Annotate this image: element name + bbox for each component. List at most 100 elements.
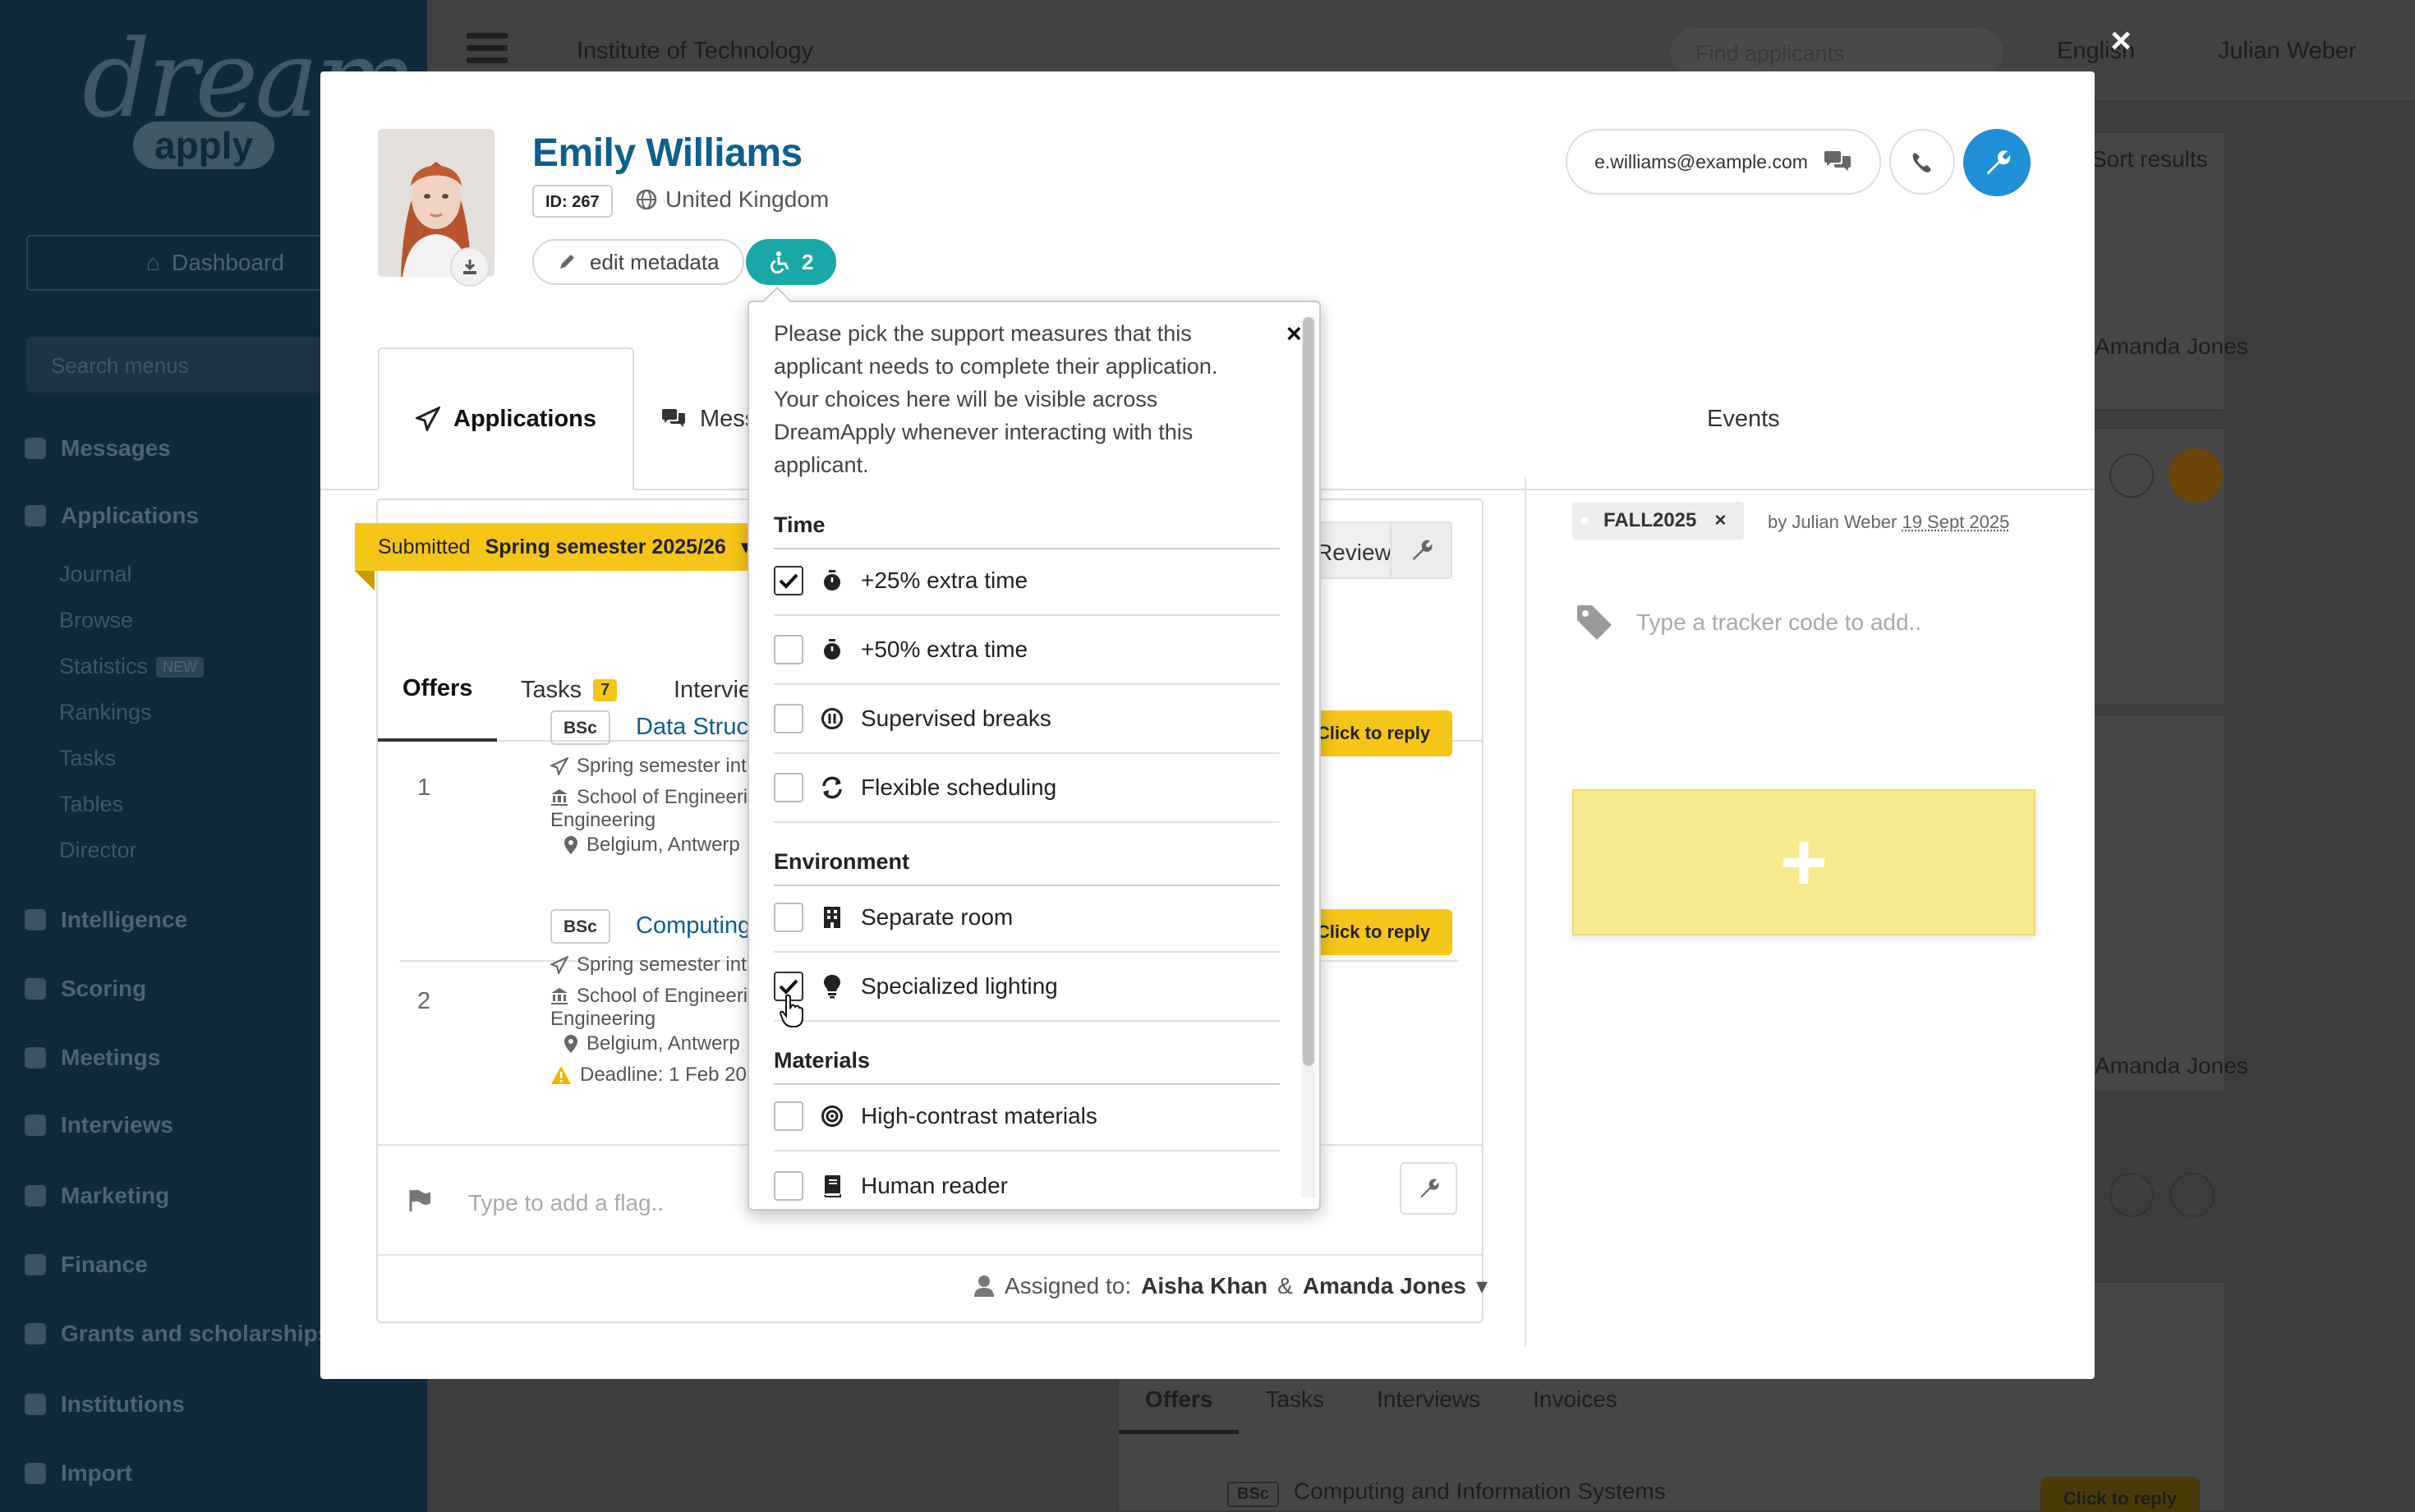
- flag-input[interactable]: Type to add a flag..: [468, 1190, 664, 1216]
- nav-meetings: Meetings: [25, 1045, 160, 1071]
- stopwatch-icon: [820, 637, 844, 662]
- modal-close-button[interactable]: ×: [2104, 25, 2137, 57]
- messages-icon: [25, 438, 46, 459]
- heart-icon: [25, 1323, 46, 1344]
- tracker-tag: FALL2025 ×: [1572, 502, 1744, 540]
- assigned-to-selector[interactable]: Assigned to: Aisha Khan & Amanda Jones ▾: [973, 1272, 1488, 1299]
- nav-finance: Finance: [25, 1252, 148, 1278]
- phone-icon: [2109, 1173, 2154, 1217]
- checkbox[interactable]: [774, 1101, 803, 1131]
- wrench-icon: [1417, 1177, 1440, 1200]
- option-separate-room[interactable]: Separate room: [774, 884, 1280, 953]
- phone-icon: [2109, 453, 2154, 498]
- paper-plane-icon: [550, 956, 568, 974]
- option-flexible-scheduling[interactable]: Flexible scheduling: [774, 754, 1280, 823]
- applicant-id-badge: ID: 267: [532, 185, 613, 218]
- assigned-divider: [378, 1254, 1482, 1256]
- subnav-rankings: Rankings: [59, 700, 152, 725]
- download-photo-button[interactable]: [450, 247, 490, 287]
- wrench-icon: [1409, 538, 1433, 563]
- option-extra-time-50[interactable]: +50% extra time: [774, 616, 1280, 685]
- nav-applications: Applications: [25, 503, 199, 529]
- popover-intro: Please pick the support measures that th…: [774, 317, 1267, 481]
- comments-icon: [1823, 149, 1852, 174]
- option-specialized-lighting[interactable]: Specialized lighting: [774, 953, 1280, 1022]
- phone-button[interactable]: [1889, 129, 1955, 195]
- tasks-count-badge: 7: [593, 679, 617, 701]
- flag-icon: [407, 1188, 432, 1217]
- dreamapply-logo: dream apply: [82, 16, 329, 197]
- popover-close-button[interactable]: ×: [1286, 319, 1302, 349]
- degree-badge: BSc: [550, 909, 610, 944]
- applicant-country: United Kingdom: [636, 186, 829, 213]
- plus-icon: +: [1780, 816, 1828, 910]
- option-supervised-breaks[interactable]: Supervised breaks: [774, 685, 1280, 754]
- subnav-browse: Browse: [59, 608, 133, 633]
- marketing-icon: [25, 1185, 46, 1206]
- sort-results-button: Sort results: [2091, 146, 2208, 172]
- pause-circle-icon: [820, 706, 844, 731]
- applications-icon: [25, 505, 46, 526]
- book-icon: [820, 1174, 844, 1198]
- subnav-statistics: Statistics NEW: [59, 654, 204, 679]
- applicant-tools-button[interactable]: [1963, 129, 2031, 196]
- flag-tools-button[interactable]: [1400, 1162, 1457, 1215]
- meetings-icon: [25, 1047, 46, 1069]
- home-icon: ⌂: [146, 250, 160, 276]
- nav-scoring: Scoring: [25, 976, 146, 1002]
- phone-icon: [1909, 149, 1935, 175]
- accessibility-measures-button[interactable]: 2: [746, 239, 836, 285]
- email-button[interactable]: e.williams@example.com: [1566, 129, 1881, 195]
- nav-interviews: Interviews: [25, 1112, 173, 1138]
- checkbox[interactable]: [774, 635, 803, 664]
- edit-metadata-button[interactable]: edit metadata: [532, 239, 744, 285]
- institution-icon: [25, 1394, 46, 1415]
- nav-grants: Grants and scholarships: [25, 1321, 330, 1347]
- checkbox[interactable]: [774, 1171, 803, 1201]
- background-reply-button: Click to reply: [2040, 1477, 2200, 1512]
- user-icon: [973, 1275, 995, 1298]
- money-icon: [25, 1254, 46, 1275]
- application-status-banner[interactable]: Submitted Spring semester 2025/26 ▾: [355, 523, 774, 571]
- option-human-reader[interactable]: Human reader: [774, 1151, 1280, 1211]
- nav-marketing: Marketing: [25, 1183, 169, 1209]
- subnav-tables: Tables: [59, 792, 123, 817]
- checkbox[interactable]: [774, 903, 803, 932]
- video-icon: [25, 1114, 46, 1136]
- building-icon: [820, 905, 844, 930]
- globe-icon: [636, 189, 657, 210]
- wheelchair-icon: [769, 250, 792, 273]
- hamburger-icon: [467, 33, 508, 69]
- map-marker-icon: [564, 1034, 578, 1054]
- paper-plane-icon: [550, 757, 568, 775]
- user-menu: Julian Weber: [2218, 38, 2357, 65]
- tab-applications[interactable]: Applications: [378, 347, 634, 490]
- remove-tag-icon[interactable]: ×: [1714, 509, 1726, 532]
- background-course: BSc Computing and Information Systems: [1227, 1478, 1666, 1507]
- tag-icon: [1576, 604, 1613, 641]
- add-note-button[interactable]: +: [1572, 789, 2036, 935]
- group-environment: Environment: [774, 849, 1280, 886]
- application-tools-button[interactable]: [1390, 522, 1452, 579]
- check-icon: [779, 978, 798, 995]
- lightbulb-icon: [820, 974, 844, 999]
- pencil-icon: [557, 252, 577, 272]
- background-assignee: Amanda Jones: [2095, 333, 2248, 360]
- map-marker-icon: [564, 835, 578, 855]
- popover-scrollbar[interactable]: [1301, 317, 1316, 1197]
- tracker-tag-meta: by Julian Weber 19 Sept 2025: [1768, 512, 2009, 533]
- checkbox[interactable]: [774, 773, 803, 802]
- tracker-input[interactable]: Type a tracker code to add..: [1576, 604, 1921, 641]
- bullseye-icon: [820, 1104, 844, 1128]
- applicant-name: Emily Williams: [532, 131, 803, 176]
- tab-events[interactable]: Events: [1671, 347, 1816, 490]
- nav-institutions: Institutions: [25, 1391, 185, 1418]
- institution-icon: [550, 788, 568, 807]
- nav-import: Import: [25, 1460, 132, 1487]
- checkbox-checked[interactable]: [774, 566, 803, 595]
- checkbox[interactable]: [774, 704, 803, 733]
- messages-icon: [660, 407, 687, 430]
- option-extra-time-25[interactable]: +25% extra time: [774, 547, 1280, 616]
- degree-badge: BSc: [550, 710, 610, 745]
- option-high-contrast[interactable]: High-contrast materials: [774, 1082, 1280, 1151]
